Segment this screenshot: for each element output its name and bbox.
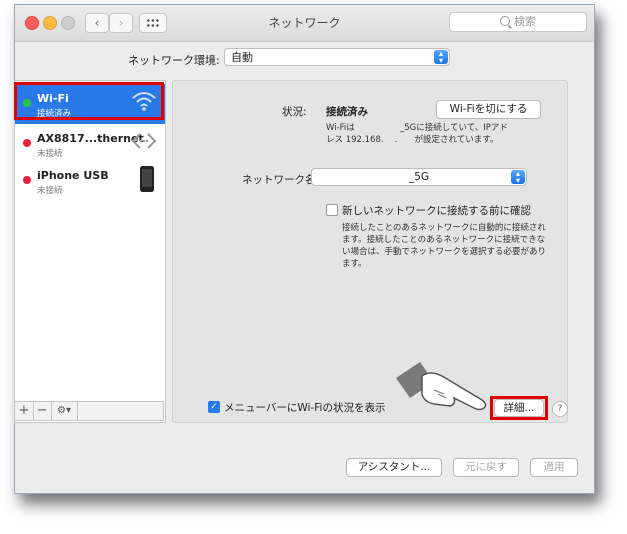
ask-description-line4: ます。 bbox=[342, 259, 367, 269]
pointing-hand-icon bbox=[396, 362, 487, 411]
select-arrows-icon: ▴ ▾ bbox=[511, 170, 525, 185]
apply-button[interactable]: 適用 bbox=[530, 458, 578, 477]
location-select[interactable]: 自動 ▴ ▾ bbox=[224, 48, 450, 66]
assistant-button[interactable]: アシスタント... bbox=[346, 458, 442, 477]
ask-description-line2: ます。接続したことのあるネットワークに接続できな bbox=[342, 235, 546, 245]
search-field[interactable]: 検索 bbox=[449, 12, 587, 32]
service-item-iphone-usb[interactable]: iPhone USB 未接続 bbox=[15, 161, 165, 201]
status-dot-disconnected bbox=[23, 139, 31, 147]
remove-service-button[interactable]: − bbox=[33, 402, 52, 420]
ethernet-icon bbox=[131, 133, 157, 149]
search-icon bbox=[500, 16, 510, 26]
status-value: 接続済み bbox=[326, 106, 368, 118]
status-label: 状況: bbox=[282, 106, 307, 118]
location-value: 自動 bbox=[231, 51, 253, 64]
menubar-status-label: メニューバーにWi-Fiの状況を表示 bbox=[224, 402, 386, 414]
iphone-icon bbox=[140, 166, 154, 192]
ask-description-line1: 接続したことのあるネットワークに自動的に接続され bbox=[342, 223, 546, 233]
help-button[interactable]: ? bbox=[552, 401, 568, 417]
action-menu-button[interactable]: ⚙▾ bbox=[51, 402, 78, 420]
status-description-line1: Wi-Fiは _5Gに接続していて、IPアド bbox=[326, 123, 508, 133]
service-status: 未接続 bbox=[37, 149, 63, 159]
select-arrows-icon: ▴ ▾ bbox=[434, 50, 448, 65]
service-name: iPhone USB bbox=[37, 169, 109, 182]
location-label: ネットワーク環境: bbox=[128, 54, 220, 67]
service-status: 未接続 bbox=[37, 186, 63, 196]
menubar-status-checkbox[interactable]: ✓ bbox=[208, 401, 220, 413]
network-name-value: _5G bbox=[408, 171, 430, 183]
search-placeholder: 検索 bbox=[514, 15, 536, 28]
status-description-line2: レス 192.168. . が設定されています。 bbox=[326, 135, 499, 145]
service-name: AX8817...thernet bbox=[37, 132, 144, 145]
service-list: Wi-Fi 接続済み AX8817...thernet 未接続 iPhone U… bbox=[14, 80, 166, 423]
advanced-highlight-box bbox=[490, 396, 548, 420]
ask-to-join-checkbox[interactable] bbox=[326, 204, 338, 216]
service-item-ethernet[interactable]: AX8817...thernet 未接続 bbox=[15, 124, 165, 164]
add-service-button[interactable]: + bbox=[15, 402, 34, 420]
ask-description-line3: い場合は、手動でネットワークを選択する必要があり bbox=[342, 247, 547, 257]
network-name-select[interactable]: _5G ▴ ▾ bbox=[311, 168, 527, 186]
wifi-off-button[interactable]: Wi-Fiを切にする bbox=[436, 100, 541, 119]
wifi-highlight-box bbox=[14, 82, 164, 120]
title-bar: ‹ › ネットワーク 検索 bbox=[15, 5, 594, 42]
ask-to-join-label: 新しいネットワークに接続する前に確認 bbox=[342, 205, 531, 217]
status-dot-disconnected bbox=[23, 176, 31, 184]
service-list-toolbar: + − ⚙▾ bbox=[14, 401, 164, 421]
revert-button[interactable]: 元に戻す bbox=[453, 458, 519, 477]
network-name-label: ネットワーク名: bbox=[242, 174, 320, 186]
